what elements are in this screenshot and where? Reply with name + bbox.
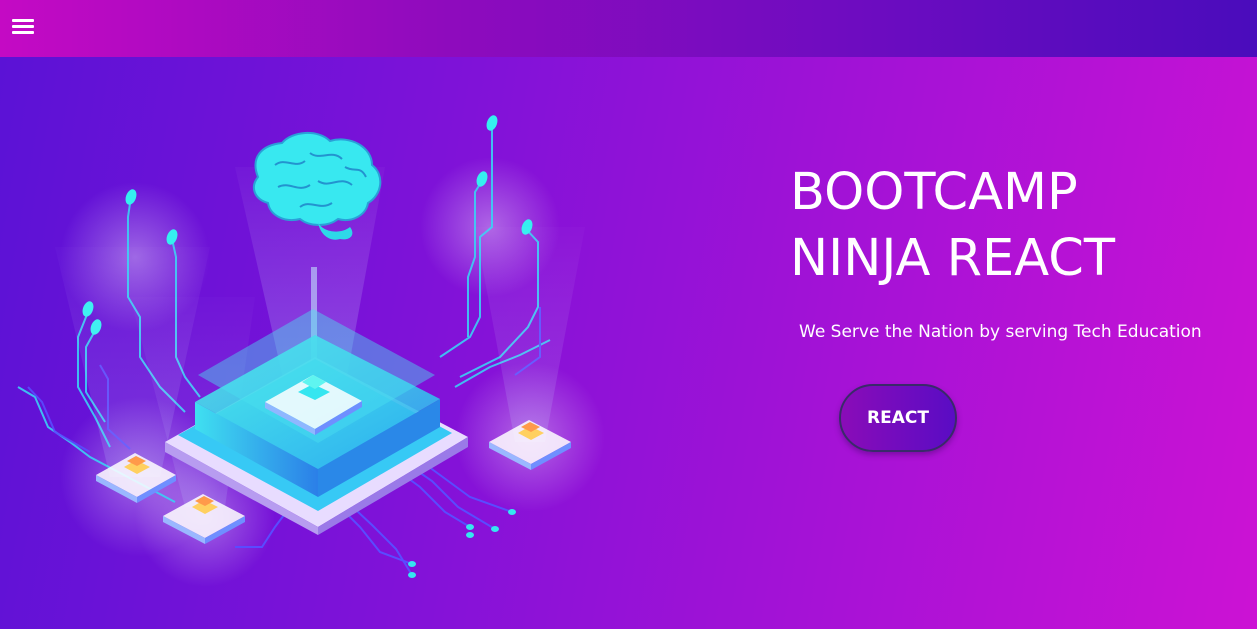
menu-line [12, 19, 34, 22]
react-button[interactable]: REACT [839, 384, 957, 452]
landing-page: BOOTCAMP NINJA REACT We Serve the Nation… [0, 0, 1257, 629]
hero-subtitle: We Serve the Nation by serving Tech Educ… [799, 322, 1202, 342]
top-navbar [0, 0, 1257, 57]
ai-chip-illustration [0, 57, 640, 629]
hero-title: BOOTCAMP NINJA REACT [790, 160, 1115, 292]
hamburger-menu-icon[interactable] [12, 17, 34, 37]
menu-line [12, 25, 34, 28]
hero-title-line2: NINJA REACT [790, 229, 1116, 288]
hero-title-line1: BOOTCAMP [790, 163, 1078, 222]
menu-line [12, 31, 34, 34]
